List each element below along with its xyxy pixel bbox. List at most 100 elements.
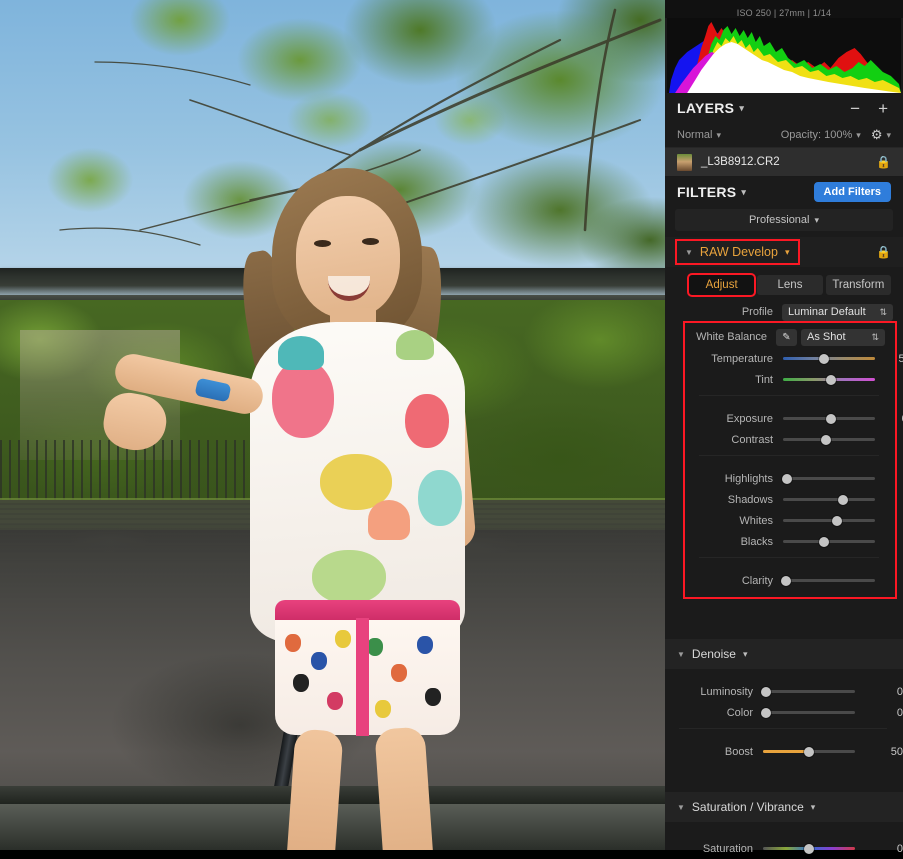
slider-value[interactable]: 0 xyxy=(875,575,903,587)
slider-label: Tint xyxy=(755,373,773,386)
layer-blend-row: Normal ▾ Opacity: 100% ▾ ⚙ ▾ xyxy=(665,123,903,147)
slider-track[interactable] xyxy=(781,473,875,484)
shorts-dot xyxy=(417,636,433,654)
preset-category-select[interactable]: Professional ▾ xyxy=(675,209,893,231)
slider-label: Luminosity xyxy=(700,685,753,698)
slider-handle[interactable] xyxy=(804,746,814,757)
raw-develop-toggle[interactable]: ▼ RAW Develop ▾ xyxy=(675,239,800,265)
shirt-print-green-fruit xyxy=(312,550,386,604)
slider-value[interactable]: 5136 xyxy=(875,353,903,365)
gear-icon: ⚙ xyxy=(870,127,883,142)
slider-label: Highlights xyxy=(724,472,773,485)
slider-handle[interactable] xyxy=(760,707,771,718)
filters-title: FILTERS xyxy=(677,184,737,200)
layer-settings-button[interactable]: ⚙ ▾ xyxy=(871,127,891,143)
slider-value[interactable]: 0 xyxy=(855,843,903,855)
saturation-vibrance-header[interactable]: ▼ Saturation / Vibrance ▾ xyxy=(665,792,903,822)
raw-develop-lock-icon[interactable]: 🔒 xyxy=(876,245,891,259)
slider-value[interactable]: 50 xyxy=(855,746,903,758)
histogram-svg xyxy=(667,18,901,93)
shirt-print-red-melon xyxy=(405,394,449,448)
chevron-down-icon: ▾ xyxy=(784,246,790,257)
white-balance-value: As Shot xyxy=(807,331,846,343)
slider-row-color: Color 0 xyxy=(665,702,903,723)
slider-track[interactable] xyxy=(760,707,855,718)
slider-group-divider xyxy=(699,395,879,396)
slider-row-exposure: Exposure 0,00 xyxy=(685,408,903,429)
blend-mode-select[interactable]: Normal ▾ xyxy=(677,129,721,141)
slider-track[interactable] xyxy=(760,686,855,697)
opacity-control[interactable]: Opacity: 100% ▾ xyxy=(781,129,861,141)
preset-category-value: Professional xyxy=(748,214,810,226)
photo-image xyxy=(0,0,665,850)
slider-value[interactable]: 0 xyxy=(855,707,903,719)
slider-group-gap xyxy=(685,401,895,408)
slider-handle[interactable] xyxy=(821,434,832,445)
slider-group-gap xyxy=(685,461,895,468)
slider-handle[interactable] xyxy=(780,575,791,586)
lock-icon[interactable]: 🔒 xyxy=(876,155,891,169)
slider-handle[interactable] xyxy=(825,413,836,424)
leg-left xyxy=(284,728,344,850)
add-layer-button[interactable]: + xyxy=(875,100,891,117)
slider-track[interactable] xyxy=(783,494,875,505)
slider-group-divider xyxy=(699,455,879,456)
slider-track[interactable] xyxy=(783,353,875,364)
shorts-dot xyxy=(335,630,351,648)
slider-value[interactable]: -4 xyxy=(875,434,903,446)
slider-label: Blacks xyxy=(740,535,773,548)
tshirt xyxy=(250,322,465,642)
luminar-app-window: ISO 250 | 27mm | 1/14 LAYERS ▾ − + Norma… xyxy=(0,0,903,855)
denoise-title: Denoise xyxy=(691,647,736,661)
remove-layer-button[interactable]: − xyxy=(847,100,863,117)
blend-mode-value: Normal xyxy=(677,129,713,141)
shorts-seam xyxy=(356,618,369,736)
saturation-slider-list: Saturation 0 xyxy=(665,822,903,859)
photo-canvas[interactable] xyxy=(0,0,665,850)
eyedropper-icon[interactable]: ✎ xyxy=(776,328,797,346)
add-filters-button[interactable]: Add Filters xyxy=(813,182,891,202)
denoise-header[interactable]: ▼ Denoise ▾ xyxy=(665,639,903,669)
slider-value[interactable]: 0 xyxy=(855,686,903,698)
slider-row-luminosity: Luminosity 0 xyxy=(665,681,903,702)
slider-label: Saturation xyxy=(702,842,753,855)
filters-header: FILTERS ▾ Add Filters xyxy=(665,177,903,207)
layers-title-group[interactable]: LAYERS ▾ xyxy=(677,100,744,116)
develop-side-panel: ISO 250 | 27mm | 1/14 LAYERS ▾ − + Norma… xyxy=(665,0,903,855)
slider-track[interactable] xyxy=(783,413,875,424)
slider-handle[interactable] xyxy=(832,515,843,526)
tab-transform[interactable]: Transform xyxy=(825,275,891,295)
slider-track[interactable] xyxy=(783,374,875,385)
slider-track[interactable] xyxy=(763,746,855,757)
slider-handle[interactable] xyxy=(781,473,792,484)
white-balance-select[interactable]: As Shot ⇅ xyxy=(801,328,885,346)
slider-value[interactable]: 0,00 xyxy=(875,413,903,425)
saturation-title-group: ▼ Saturation / Vibrance ▾ xyxy=(677,800,815,814)
slider-group-gap xyxy=(665,734,903,741)
tab-lens[interactable]: Lens xyxy=(757,275,823,295)
slider-track[interactable] xyxy=(780,575,875,586)
slider-label: Color xyxy=(726,706,753,719)
slider-value[interactable]: -5 xyxy=(875,536,903,548)
slider-handle[interactable] xyxy=(760,686,771,697)
slider-value[interactable]: 18 xyxy=(875,515,903,527)
slider-handle[interactable] xyxy=(819,536,830,547)
slider-handle[interactable] xyxy=(804,843,814,854)
slider-handle[interactable] xyxy=(819,353,830,364)
filters-title-group[interactable]: FILTERS ▾ xyxy=(677,184,746,200)
slider-value[interactable]: 5 xyxy=(875,374,903,386)
slider-handle[interactable] xyxy=(825,374,836,385)
profile-select[interactable]: Luminar Default ⇅ xyxy=(782,303,893,321)
slider-value[interactable]: -93 xyxy=(875,473,903,485)
layer-list-item[interactable]: _L3B8912.CR2 🔒 xyxy=(665,147,903,177)
slider-label: Boost xyxy=(724,745,753,758)
slider-track[interactable] xyxy=(783,434,875,445)
slider-track[interactable] xyxy=(783,536,875,547)
updown-icon: ⇅ xyxy=(879,306,887,317)
tab-adjust[interactable]: Adjust xyxy=(686,273,757,297)
triangle-down-icon: ▼ xyxy=(685,247,693,257)
slider-value[interactable]: 28 xyxy=(875,494,903,506)
slider-handle[interactable] xyxy=(837,494,848,505)
chevron-down-icon: ▾ xyxy=(886,129,891,140)
slider-track[interactable] xyxy=(783,515,875,526)
